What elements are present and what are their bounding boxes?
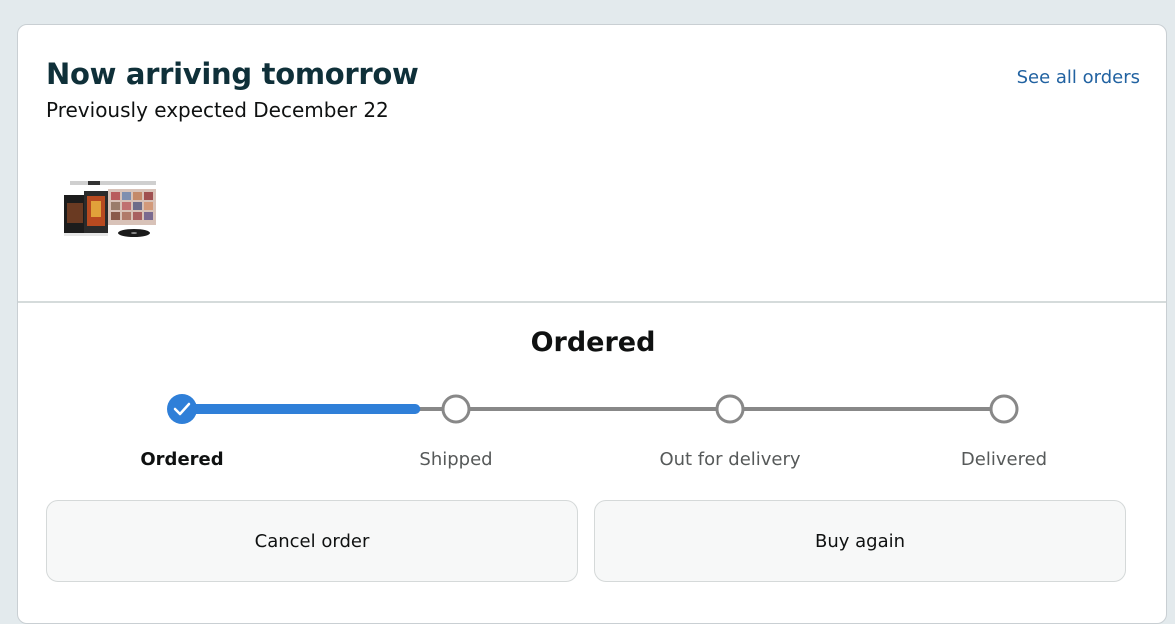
step-label-shipped: Shipped <box>419 449 493 470</box>
step-label-ordered: Ordered <box>140 449 224 470</box>
cancel-order-button[interactable]: Cancel order <box>46 500 578 582</box>
step-circle-out-for-delivery <box>715 394 745 424</box>
step-label-out-for-delivery: Out for delivery <box>659 449 801 470</box>
order-card: Now arriving tomorrow Previously expecte… <box>17 24 1167 624</box>
step-circle-delivered <box>989 394 1019 424</box>
buy-again-button[interactable]: Buy again <box>594 500 1126 582</box>
step-circle-ordered <box>167 394 197 424</box>
step-label-delivered: Delivered <box>960 449 1048 470</box>
progress-tracker <box>167 394 1019 424</box>
step-circle-shipped <box>441 394 471 424</box>
